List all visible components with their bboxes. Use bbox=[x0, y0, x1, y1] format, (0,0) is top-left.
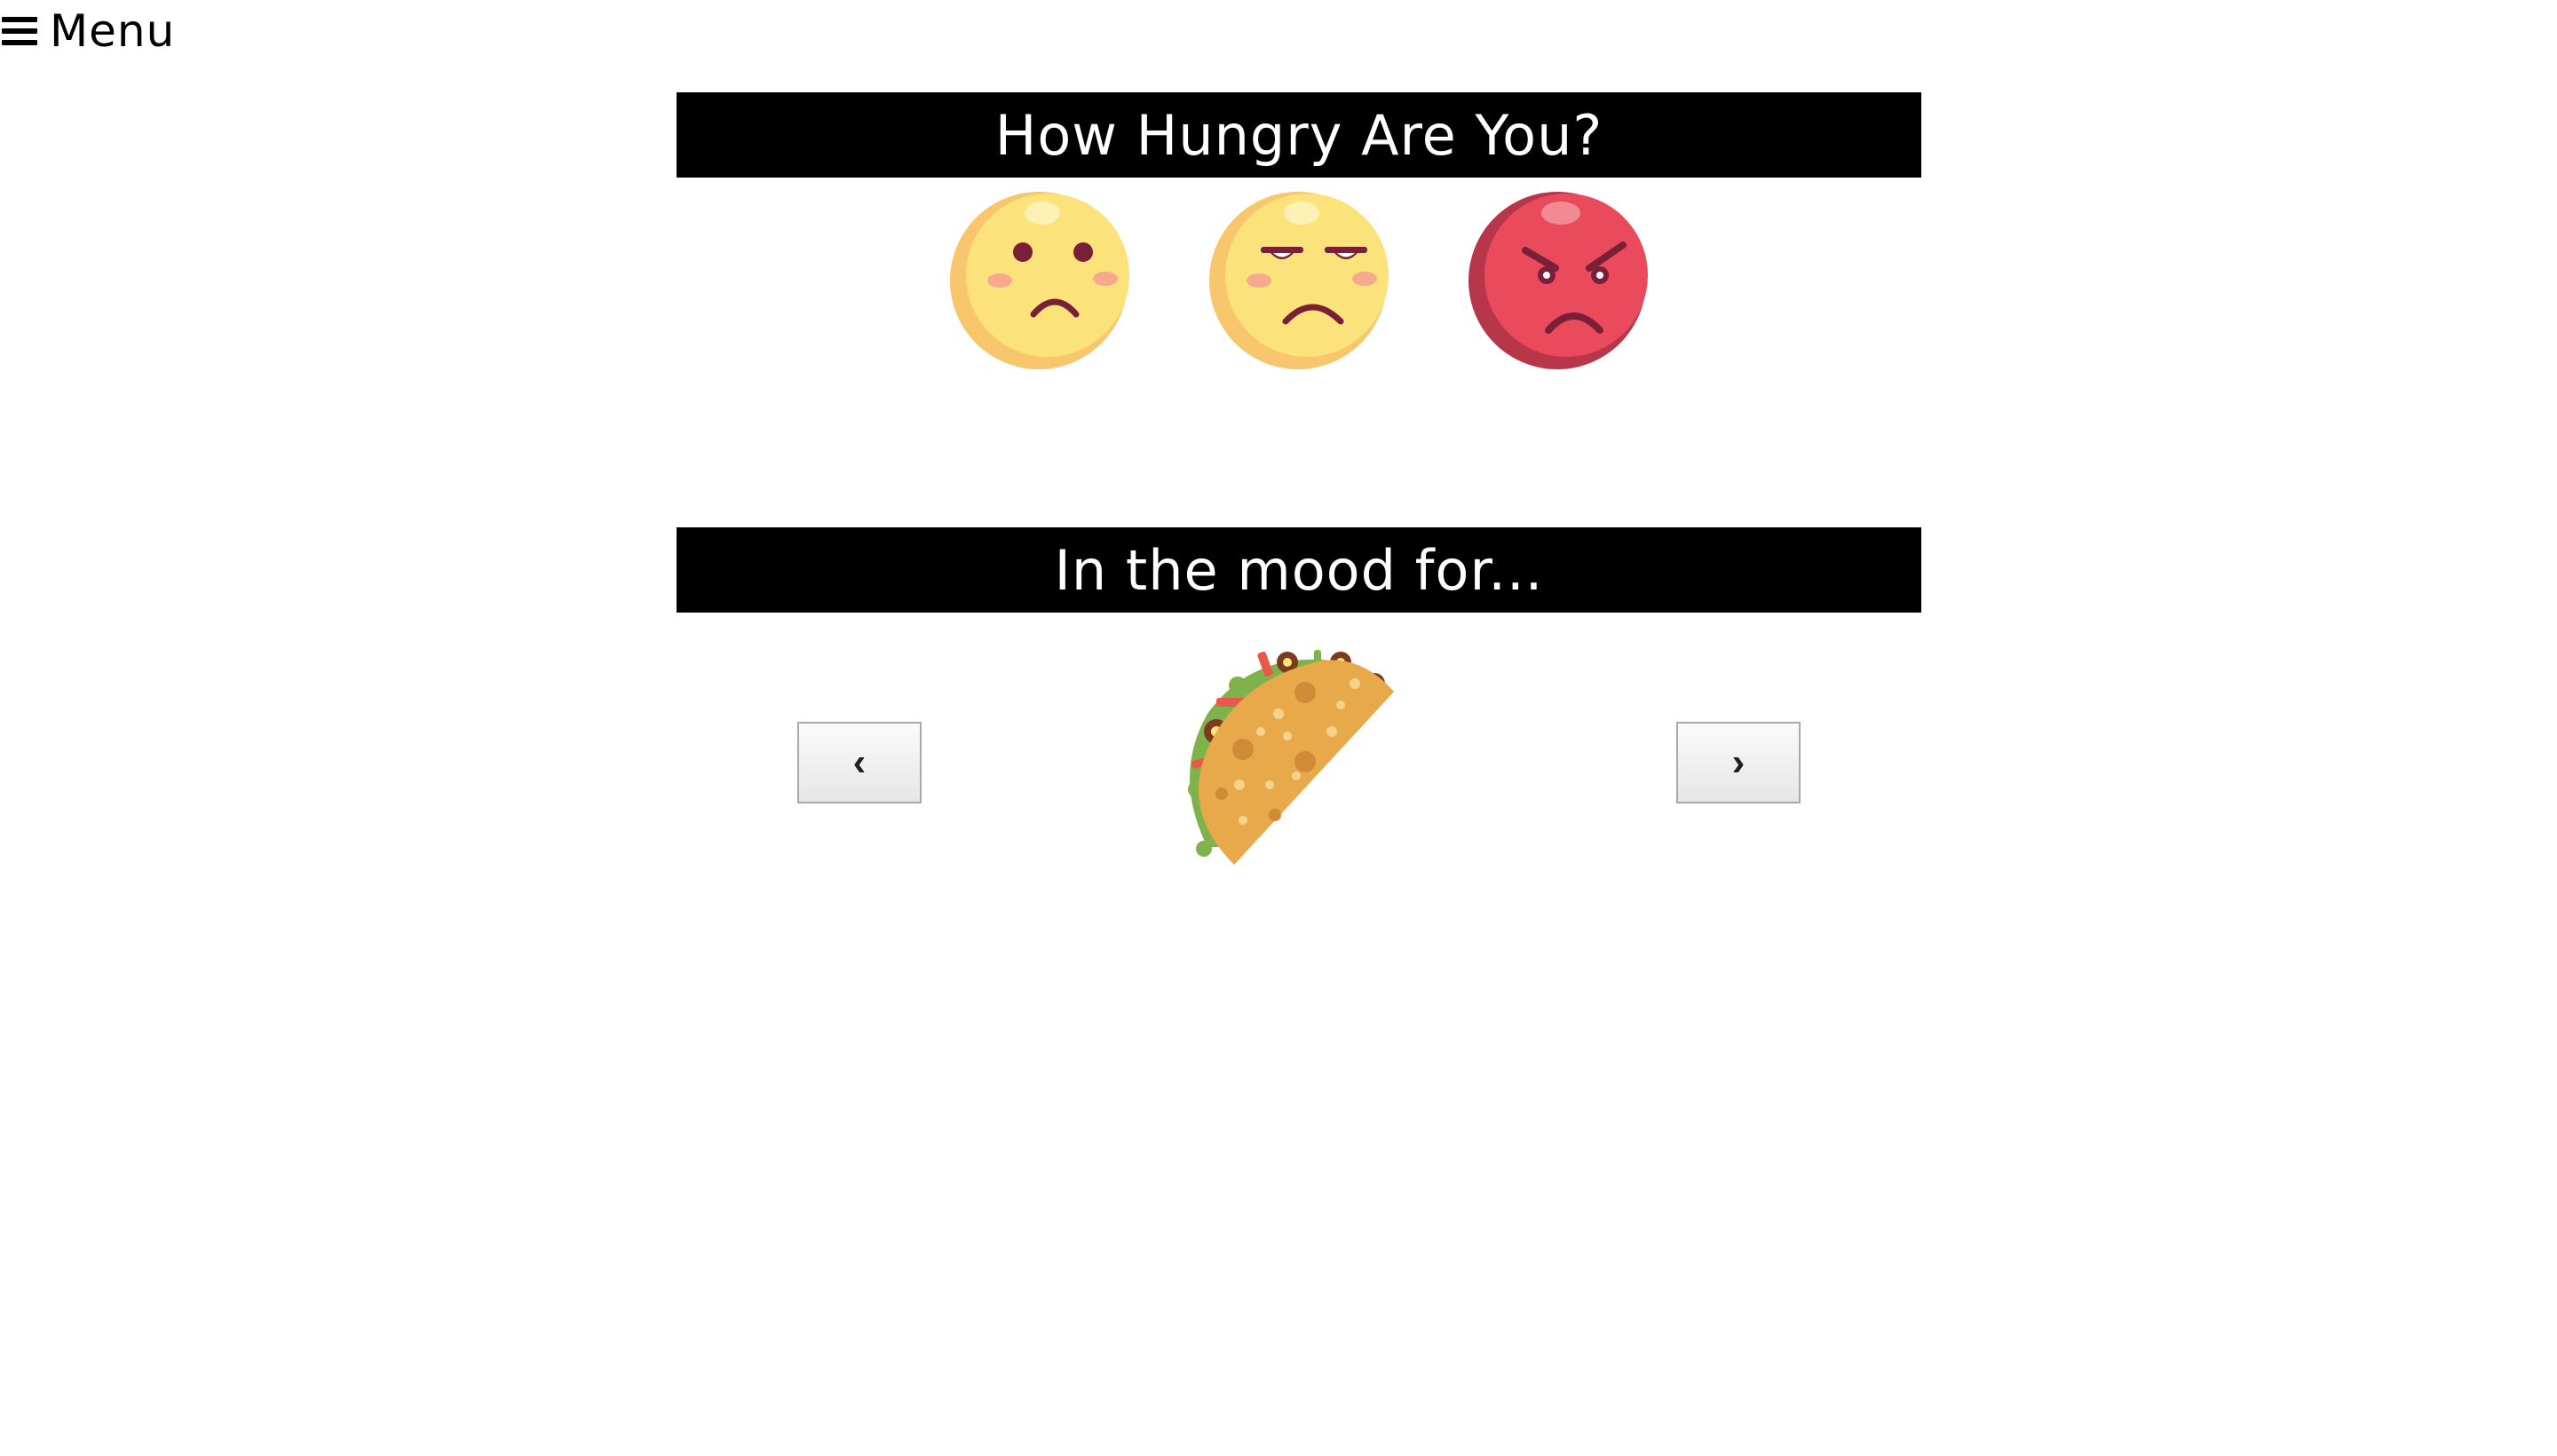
menu-label: Menu bbox=[50, 5, 176, 57]
hunger-heading: How Hungry Are You? bbox=[677, 92, 1921, 178]
angry-face-icon bbox=[1468, 192, 1648, 369]
annoyed-face-icon bbox=[1209, 192, 1389, 369]
page: Menu How Hungry Are You? In the mood for… bbox=[0, 0, 2557, 1456]
hunger-option-slightly[interactable] bbox=[948, 190, 1129, 371]
taco-icon bbox=[1188, 650, 1394, 865]
mood-heading: In the mood for... bbox=[677, 527, 1921, 613]
hamburger-icon bbox=[2, 17, 37, 45]
slightly-sad-face-icon bbox=[950, 192, 1129, 369]
hunger-option-hangry[interactable] bbox=[1467, 190, 1648, 371]
menu-button[interactable]: Menu bbox=[0, 2, 175, 60]
next-food-button[interactable]: › bbox=[1676, 722, 1801, 803]
hunger-options bbox=[948, 190, 1648, 371]
previous-food-button[interactable]: ‹ bbox=[797, 722, 922, 803]
hunger-option-very[interactable] bbox=[1207, 190, 1389, 371]
food-carousel-image bbox=[1172, 643, 1421, 882]
